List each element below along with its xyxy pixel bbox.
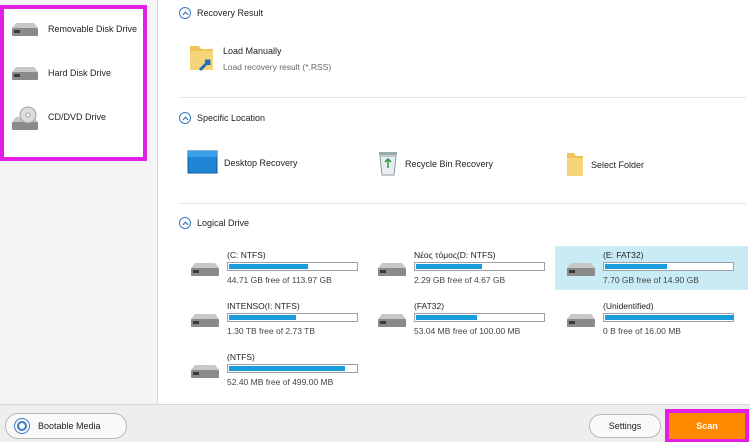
load-manually-sub: Load recovery result (*.RSS) — [223, 62, 332, 72]
drive-usage-bar — [227, 313, 358, 322]
drive-name: Νέος τόμος(D: NTFS) — [414, 250, 496, 260]
drive-free-space: 1.30 TB free of 2.73 TB — [227, 326, 316, 336]
drive-usage-fill — [229, 264, 308, 269]
drive-tile[interactable]: (FAT32) 53.04 MB free of 100.00 MB — [366, 297, 545, 341]
drive-tile[interactable]: (C: NTFS) 44.71 GB free of 113.97 GB — [179, 246, 358, 290]
device-item-label: Hard Disk Drive — [48, 68, 112, 78]
drive-icon — [376, 260, 408, 280]
drive-name: (Unidentified) — [603, 301, 654, 311]
drive-name: INTENSO(I: NTFS) — [227, 301, 300, 311]
desktop-recovery-tile[interactable]: Desktop Recovery — [187, 150, 298, 176]
folder-icon — [565, 150, 585, 180]
drive-free-space: 2.29 GB free of 4.67 GB — [414, 275, 506, 285]
drive-usage-bar — [603, 262, 734, 271]
tile-label: Recycle Bin Recovery — [405, 159, 494, 169]
drive-free-space: 44.71 GB free of 113.97 GB — [227, 275, 332, 285]
bootable-media-button[interactable]: Bootable Media — [5, 413, 127, 439]
drive-tile[interactable]: INTENSO(I: NTFS) 1.30 TB free of 2.73 TB — [179, 297, 358, 341]
drive-free-space: 7.70 GB free of 14.90 GB — [603, 275, 699, 285]
drive-icon — [565, 311, 597, 331]
drive-tile[interactable]: (Unidentified) 0 B free of 16.00 MB — [555, 297, 748, 341]
drive-usage-fill — [416, 264, 482, 269]
scan-button[interactable]: Scan — [669, 413, 745, 439]
drive-free-space: 53.04 MB free of 100.00 MB — [414, 326, 521, 336]
drive-usage-bar — [227, 262, 358, 271]
drive-free-space: 0 B free of 16.00 MB — [603, 326, 681, 336]
section-title: Specific Location — [197, 113, 266, 123]
drive-name: (E: FAT32) — [603, 250, 644, 260]
device-item-hard-disk[interactable]: Hard Disk Drive — [10, 58, 111, 88]
footer-bar: Bootable Media Settings Scan — [0, 404, 750, 442]
section-title: Recovery Result — [197, 8, 264, 18]
cd-dvd-icon — [10, 106, 40, 130]
drive-usage-bar — [603, 313, 734, 322]
divider — [179, 97, 746, 98]
load-manually-tile[interactable]: Load Manually Load recovery result (*.RS… — [187, 42, 331, 76]
bootable-media-icon — [14, 418, 30, 434]
load-manually-label: Load Manually — [223, 46, 282, 56]
left-panel: Removable Disk Drive Hard Disk Drive CD/… — [0, 0, 158, 404]
device-item-cd-dvd[interactable]: CD/DVD Drive — [10, 102, 106, 132]
select-folder-tile[interactable]: Select Folder — [565, 150, 644, 180]
section-header-logical-drive[interactable]: Logical Drive — [179, 215, 249, 231]
drive-icon — [189, 362, 221, 382]
drive-icon — [565, 260, 597, 280]
drive-icon — [376, 311, 408, 331]
device-item-removable[interactable]: Removable Disk Drive — [10, 14, 137, 44]
load-folder-icon — [187, 42, 217, 76]
drive-name: (NTFS) — [227, 352, 255, 362]
drive-usage-fill — [229, 366, 345, 371]
drive-usage-bar — [227, 364, 358, 373]
device-item-label: Removable Disk Drive — [48, 24, 138, 34]
tile-label: Desktop Recovery — [224, 158, 298, 168]
section-title: Logical Drive — [197, 218, 250, 228]
drive-tile[interactable]: (NTFS) 52.40 MB free of 499.00 MB — [179, 348, 358, 392]
divider — [179, 203, 746, 204]
recycle-bin-icon — [377, 150, 399, 178]
removable-disk-icon — [10, 18, 40, 40]
drive-tile[interactable]: (E: FAT32) 7.70 GB free of 14.90 GB — [555, 246, 748, 290]
desktop-icon — [187, 150, 218, 176]
bootable-media-label: Bootable Media — [38, 421, 101, 431]
drive-usage-bar — [414, 313, 545, 322]
device-item-label: CD/DVD Drive — [48, 112, 107, 122]
hard-disk-icon — [10, 62, 40, 84]
drive-usage-fill — [229, 315, 296, 320]
settings-button[interactable]: Settings — [589, 414, 661, 438]
drive-icon — [189, 260, 221, 280]
tile-label: Select Folder — [591, 160, 645, 170]
drive-icon — [189, 311, 221, 331]
drive-name: (C: NTFS) — [227, 250, 266, 260]
drive-usage-fill — [605, 315, 734, 320]
drive-name: (FAT32) — [414, 301, 445, 311]
collapse-chevron-icon — [179, 217, 191, 229]
collapse-chevron-icon — [179, 7, 191, 19]
drive-tile[interactable]: Νέος τόμος(D: NTFS) 2.29 GB free of 4.67… — [366, 246, 545, 290]
drive-usage-fill — [416, 315, 477, 320]
drive-usage-bar — [414, 262, 545, 271]
drive-usage-fill — [605, 264, 667, 269]
section-header-recovery-result[interactable]: Recovery Result — [179, 5, 263, 21]
collapse-chevron-icon — [179, 112, 191, 124]
main-panel: Recovery Result Load Manually Load recov… — [159, 0, 750, 404]
scan-button-highlight: Scan — [665, 409, 749, 442]
drive-free-space: 52.40 MB free of 499.00 MB — [227, 377, 334, 387]
section-header-specific-location[interactable]: Specific Location — [179, 110, 265, 126]
recycle-bin-recovery-tile[interactable]: Recycle Bin Recovery — [377, 150, 493, 178]
